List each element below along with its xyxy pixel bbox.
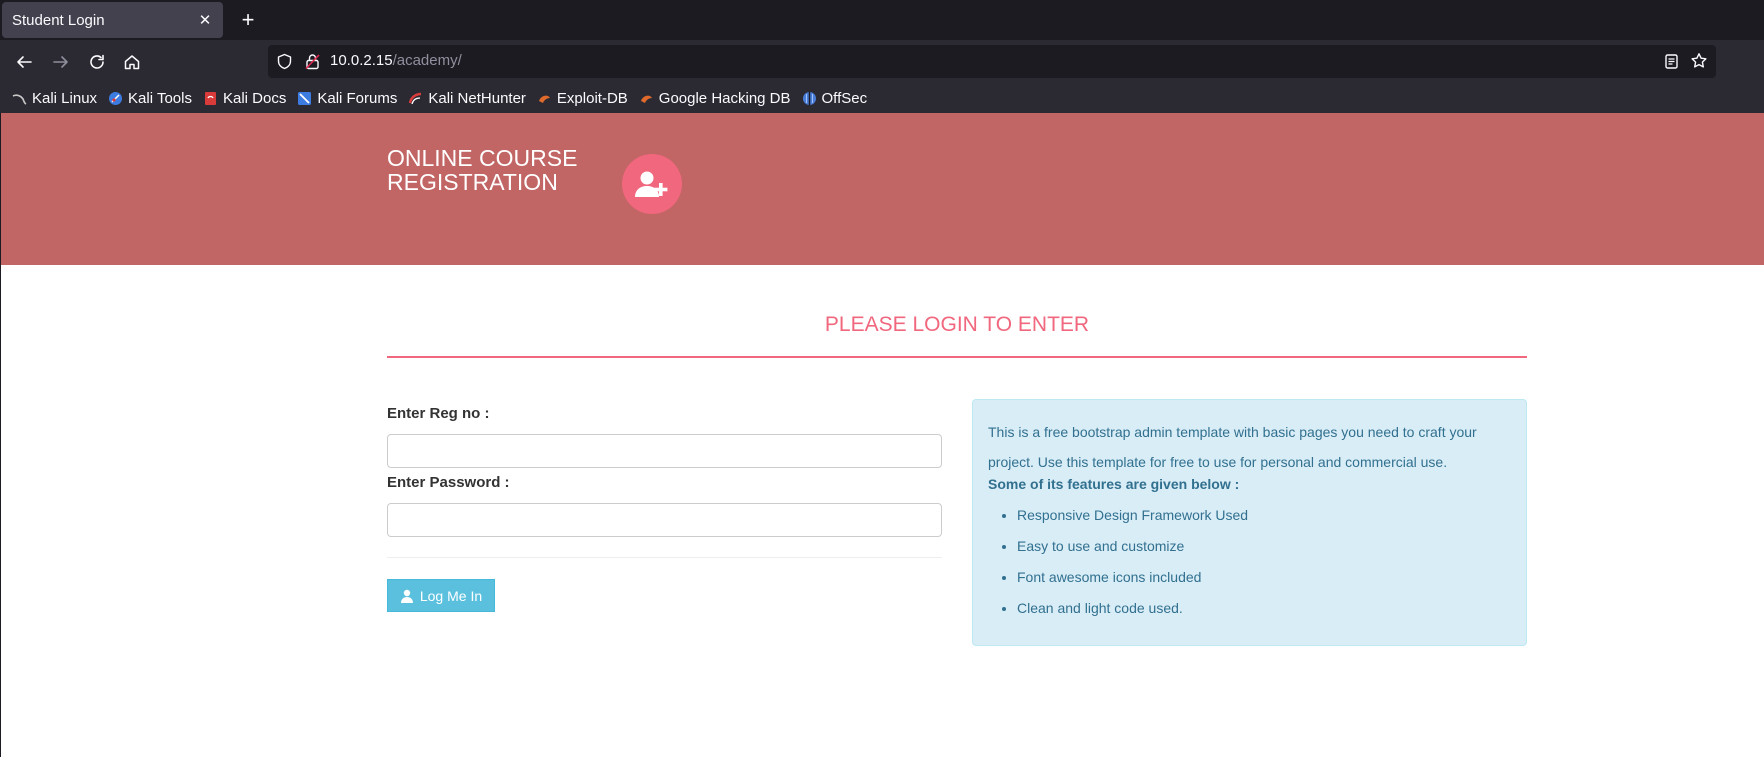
reader-view-icon[interactable] [1663, 53, 1680, 70]
login-heading: PLEASE LOGIN TO ENTER [824, 313, 1090, 336]
info-description: This is a free bootstrap admin template … [988, 424, 1477, 470]
features-heading: Some of its features are given below : [988, 476, 1240, 492]
back-button[interactable] [8, 46, 40, 78]
bookmark-label: Kali Tools [128, 89, 192, 107]
bookmark-exploit-db[interactable]: Exploit-DB [537, 90, 628, 107]
list-item: Clean and light code used. [1017, 593, 1248, 624]
password-label: Enter Password : [387, 474, 510, 491]
home-icon [124, 55, 140, 70]
bookmark-star-icon[interactable] [1690, 52, 1708, 70]
info-alert: This is a free bootstrap admin template … [972, 399, 1527, 646]
address-bar[interactable]: 10.0.2.15/academy/ [268, 45, 1716, 78]
bookmark-kali-tools[interactable]: Kali Tools [108, 90, 192, 107]
back-arrow-icon [17, 56, 32, 68]
reg-no-label: Enter Reg no : [387, 405, 490, 422]
login-button-label: Log Me In [419, 587, 483, 604]
site-header: ONLINE COURSE REGISTRATION [1, 113, 1764, 265]
home-button[interactable] [116, 46, 148, 78]
web-page: ONLINE COURSE REGISTRATION PLEASE LOGIN … [0, 113, 1764, 757]
site-brand[interactable]: ONLINE COURSE REGISTRATION [387, 146, 577, 194]
kali-linux-icon [12, 93, 27, 105]
reg-no-input[interactable] [387, 434, 942, 468]
list-item: Font awesome icons included [1017, 562, 1248, 593]
bookmark-label: OffSec [821, 89, 868, 107]
user-plus-icon [622, 154, 682, 214]
bookmark-label: Kali Linux [32, 89, 98, 107]
bookmark-kali-nethunter[interactable]: Kali NetHunter [408, 90, 526, 107]
brand-line-1: ONLINE COURSE [387, 145, 578, 171]
url-path: /academy/ [392, 52, 462, 69]
kali-nethunter-icon [409, 92, 422, 104]
tab-title: Student Login [12, 11, 105, 29]
bookmark-kali-forums[interactable]: Kali Forums [297, 90, 397, 107]
reload-icon [90, 54, 104, 69]
user-icon [400, 589, 413, 603]
kali-forums-icon [298, 91, 312, 105]
tracking-protection-shield-icon[interactable] [276, 53, 293, 70]
features-list: Responsive Design Framework Used Easy to… [1017, 500, 1248, 624]
bookmark-label: Kali Forums [317, 89, 398, 107]
bookmark-label: Kali Docs [222, 89, 287, 107]
new-tab-button[interactable]: + [234, 6, 262, 34]
brand-line-2: REGISTRATION [387, 169, 558, 195]
kali-tools-icon [109, 91, 123, 105]
url-text[interactable]: 10.0.2.15/academy/ [330, 52, 462, 69]
google-hacking-db-icon [640, 95, 652, 103]
url-host: 10.0.2.15 [330, 52, 393, 69]
insecure-lock-icon[interactable] [304, 53, 321, 70]
login-button[interactable]: Log Me In [387, 579, 495, 612]
password-input[interactable] [387, 503, 942, 537]
tab-strip: Student Login ✕ + [0, 0, 1764, 40]
list-item: Responsive Design Framework Used [1017, 500, 1248, 531]
bookmark-label: Google Hacking DB [658, 89, 791, 107]
bookmark-offsec[interactable]: OffSec [802, 89, 868, 107]
bookmark-label: Exploit-DB [556, 89, 628, 107]
bookmark-label: Kali NetHunter [428, 89, 526, 107]
forward-arrow-icon [53, 56, 68, 68]
form-separator [387, 557, 942, 558]
browser-tab[interactable]: Student Login ✕ [2, 2, 223, 38]
heading-divider [387, 356, 1527, 358]
kali-docs-icon [204, 91, 216, 105]
reload-button[interactable] [81, 46, 113, 78]
bookmark-kali-docs[interactable]: Kali Docs [203, 90, 286, 107]
bookmark-google-hacking-db[interactable]: Google Hacking DB [639, 90, 791, 107]
tab-close-icon[interactable]: ✕ [197, 11, 213, 29]
offsec-icon [802, 91, 816, 105]
forward-button[interactable] [45, 46, 77, 78]
bookmark-kali-linux[interactable]: Kali Linux [12, 90, 97, 107]
bookmarks-toolbar: Kali Linux Kali Tools Kali Docs Kali For… [0, 83, 1764, 113]
navigation-toolbar: 10.0.2.15/academy/ [0, 40, 1764, 83]
list-item: Easy to use and customize [1017, 531, 1248, 562]
exploit-db-icon [538, 95, 550, 103]
